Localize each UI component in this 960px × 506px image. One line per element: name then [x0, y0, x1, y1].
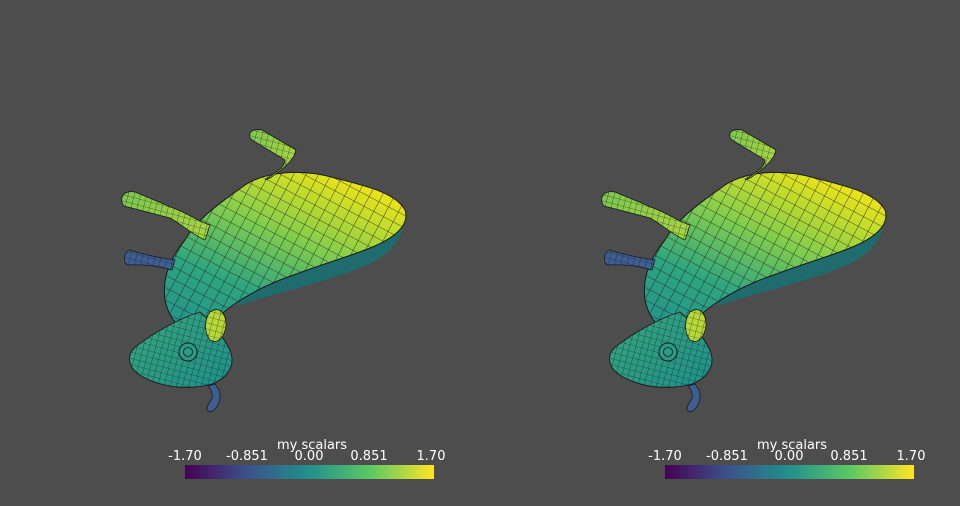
- scalar-bar-right: my scalars -1.70 -0.851 0.00 0.851 1.70: [648, 438, 932, 488]
- scalar-bar-tick: -0.851: [226, 449, 268, 464]
- scalar-bar-tick-max: 1.70: [896, 449, 926, 464]
- colormap-gradient: [665, 465, 914, 479]
- scalar-bar-tick-mid: 0.00: [774, 449, 804, 464]
- cow-mesh-right[interactable]: [480, 0, 960, 506]
- scalar-bar-tick-mid: 0.00: [294, 449, 324, 464]
- cow-mesh-left[interactable]: [0, 0, 480, 506]
- scalar-bar-tick-max: 1.70: [416, 449, 446, 464]
- render-viewport-left[interactable]: my scalars -1.70 -0.851 0.00 0.851 1.70: [0, 0, 480, 506]
- scalar-bar-tick: -0.851: [706, 449, 748, 464]
- scalar-bar-tick: 0.851: [830, 449, 868, 464]
- render-viewport-right[interactable]: my scalars -1.70 -0.851 0.00 0.851 1.70: [480, 0, 960, 506]
- scalar-bar-tick-min: -1.70: [648, 449, 682, 464]
- scalar-bar-tick-min: -1.70: [168, 449, 202, 464]
- colormap-gradient: [185, 465, 434, 479]
- scalar-bar-left: my scalars -1.70 -0.851 0.00 0.851 1.70: [168, 438, 452, 488]
- scalar-bar-tick: 0.851: [350, 449, 388, 464]
